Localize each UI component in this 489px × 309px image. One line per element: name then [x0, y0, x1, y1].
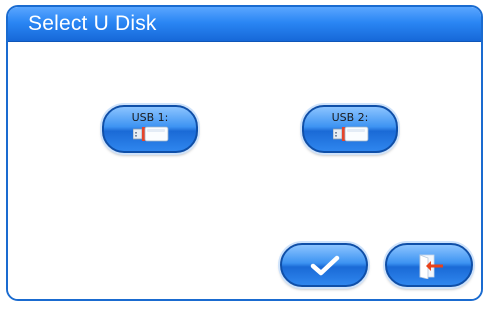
check-icon — [310, 255, 340, 276]
exit-door-icon — [419, 254, 443, 279]
usb-2-label: USB 2: — [331, 111, 369, 124]
select-u-disk-dialog: Select U Disk USB 1: USB 2: — [6, 5, 483, 301]
confirm-button[interactable] — [280, 243, 368, 287]
usb-1-button[interactable]: USB 1: — [102, 105, 198, 153]
dialog-title: Select U Disk — [28, 12, 157, 35]
usb-1-label: USB 1: — [131, 111, 169, 124]
usb-drive-icon — [133, 126, 169, 142]
dialog-body: USB 1: USB 2: — [8, 42, 481, 299]
title-bar: Select U Disk — [8, 7, 481, 42]
exit-button[interactable] — [385, 243, 473, 287]
usb-drive-icon — [333, 126, 369, 142]
usb-2-button[interactable]: USB 2: — [302, 105, 398, 153]
